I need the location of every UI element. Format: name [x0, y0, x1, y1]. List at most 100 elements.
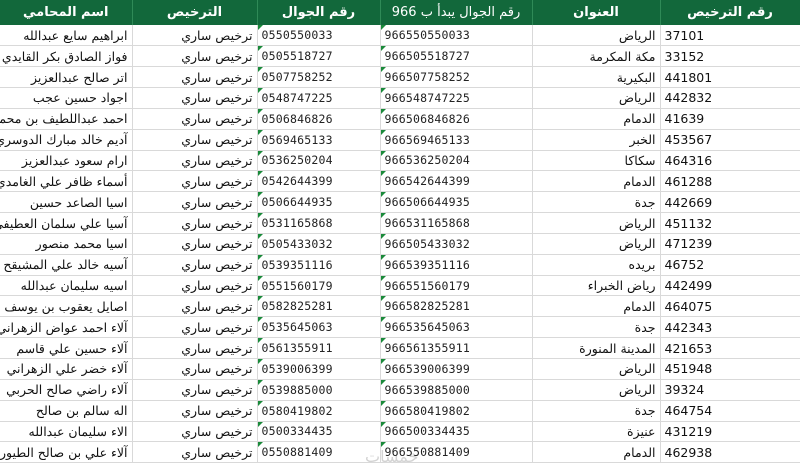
license-cell[interactable]: ترخيص ساري [132, 295, 258, 318]
lawyer-name-cell[interactable]: اسيا محمد منصور [0, 233, 133, 255]
lawyer-name-cell[interactable]: اله سالم بن صالح [0, 400, 133, 422]
address-cell[interactable]: الرياض [532, 233, 661, 255]
lawyer-name-cell[interactable]: آسيه خالد علي المشيقح [0, 254, 133, 276]
license-cell[interactable]: ترخيص ساري [132, 254, 258, 276]
header-lawyer-name[interactable]: اسم المحامي [0, 0, 133, 25]
mobile-966-cell[interactable]: 966531165868 [380, 212, 533, 234]
header-license[interactable]: الترخيص [132, 0, 258, 25]
lawyer-name-cell[interactable]: آلاء احمد عواض الزهراني [0, 316, 133, 339]
mobile-966-cell[interactable]: 966539885000 [380, 379, 533, 401]
mobile-966-cell[interactable]: 966539006399 [380, 358, 533, 380]
mobile-966-cell[interactable]: 966506846826 [380, 108, 533, 130]
license-number-cell[interactable]: 39324 [660, 379, 800, 401]
license-cell[interactable]: ترخيص ساري [132, 441, 258, 464]
license-cell[interactable]: ترخيص ساري [132, 358, 258, 380]
address-cell[interactable]: المدينة المنورة [532, 337, 661, 359]
license-number-cell[interactable]: 451132 [660, 212, 800, 234]
license-number-cell[interactable]: 453567 [660, 129, 800, 151]
license-cell[interactable]: ترخيص ساري [132, 87, 258, 109]
license-number-cell[interactable]: 462938 [660, 441, 800, 464]
license-number-cell[interactable]: 464075 [660, 295, 800, 318]
address-cell[interactable]: الرياض [532, 87, 661, 109]
mobile-cell[interactable]: 0550881409 [257, 441, 381, 464]
lawyer-name-cell[interactable]: آلاء راضي صالح الحربي [0, 379, 133, 401]
mobile-966-cell[interactable]: 966539351116 [380, 254, 533, 276]
license-number-cell[interactable]: 464316 [660, 150, 800, 172]
address-cell[interactable]: بريده [532, 254, 661, 276]
header-license-number[interactable]: رقم الترخيص [660, 0, 800, 25]
mobile-966-cell[interactable]: 966505518727 [380, 45, 533, 68]
address-cell[interactable]: الرياض [532, 25, 661, 47]
mobile-cell[interactable]: 0505518727 [257, 45, 381, 68]
license-number-cell[interactable]: 421653 [660, 337, 800, 359]
mobile-cell[interactable]: 0505433032 [257, 233, 381, 255]
license-number-cell[interactable]: 41639 [660, 108, 800, 130]
address-cell[interactable]: الرياض [532, 212, 661, 234]
mobile-cell[interactable]: 0551560179 [257, 275, 381, 297]
mobile-966-cell[interactable]: 966551560179 [380, 275, 533, 297]
license-cell[interactable]: ترخيص ساري [132, 129, 258, 151]
address-cell[interactable]: جدة [532, 191, 661, 214]
address-cell[interactable]: الدمام [532, 108, 661, 130]
mobile-cell[interactable]: 0539351116 [257, 254, 381, 276]
address-cell[interactable]: الرياض [532, 379, 661, 401]
mobile-966-cell[interactable]: 966580419802 [380, 400, 533, 422]
mobile-cell[interactable]: 0507758252 [257, 66, 381, 89]
mobile-966-cell[interactable]: 966550881409 [380, 441, 533, 464]
mobile-cell[interactable]: 0561355911 [257, 337, 381, 359]
license-number-cell[interactable]: 471239 [660, 233, 800, 255]
address-cell[interactable]: جدة [532, 400, 661, 422]
mobile-966-cell[interactable]: 966561355911 [380, 337, 533, 359]
license-cell[interactable]: ترخيص ساري [132, 337, 258, 359]
address-cell[interactable]: جدة [532, 316, 661, 339]
license-number-cell[interactable]: 442669 [660, 191, 800, 214]
license-number-cell[interactable]: 33152 [660, 45, 800, 68]
mobile-cell[interactable]: 0535645063 [257, 316, 381, 339]
lawyer-name-cell[interactable]: آلاء حسين علي قاسم [0, 337, 133, 359]
mobile-cell[interactable]: 0500334435 [257, 421, 381, 443]
mobile-966-cell[interactable]: 966505433032 [380, 233, 533, 255]
lawyer-name-cell[interactable]: الاء سليمان عبدالله [0, 421, 133, 443]
header-address[interactable]: العنوان [532, 0, 661, 25]
lawyer-name-cell[interactable]: ابراهيم سايع عبدالله [0, 25, 133, 47]
license-number-cell[interactable]: 442499 [660, 275, 800, 297]
mobile-966-cell[interactable]: 966582825281 [380, 295, 533, 318]
mobile-966-cell[interactable]: 966569465133 [380, 129, 533, 151]
mobile-cell[interactable]: 0542644399 [257, 170, 381, 193]
address-cell[interactable]: مكة المكرمة [532, 45, 661, 68]
license-cell[interactable]: ترخيص ساري [132, 233, 258, 255]
license-cell[interactable]: ترخيص ساري [132, 45, 258, 68]
address-cell[interactable]: رياض الخبراء [532, 275, 661, 297]
mobile-cell[interactable]: 0539885000 [257, 379, 381, 401]
lawyer-name-cell[interactable]: ارام سعود عبدالعزيز [0, 150, 133, 172]
license-cell[interactable]: ترخيص ساري [132, 400, 258, 422]
mobile-cell[interactable]: 0580419802 [257, 400, 381, 422]
address-cell[interactable]: الرياض [532, 358, 661, 380]
address-cell[interactable]: الدمام [532, 295, 661, 318]
license-number-cell[interactable]: 441801 [660, 66, 800, 89]
license-cell[interactable]: ترخيص ساري [132, 170, 258, 193]
lawyer-name-cell[interactable]: احمد عبداللطيف بن محمد [0, 108, 133, 130]
license-number-cell[interactable]: 442832 [660, 87, 800, 109]
license-cell[interactable]: ترخيص ساري [132, 379, 258, 401]
license-cell[interactable]: ترخيص ساري [132, 316, 258, 339]
license-cell[interactable]: ترخيص ساري [132, 275, 258, 297]
mobile-cell[interactable]: 0531165868 [257, 212, 381, 234]
address-cell[interactable]: الخبر [532, 129, 661, 151]
lawyer-name-cell[interactable]: آسيا علي سلمان العطيفي [0, 212, 133, 234]
mobile-cell[interactable]: 0539006399 [257, 358, 381, 380]
address-cell[interactable]: الدمام [532, 170, 661, 193]
header-mobile-966[interactable]: رقم الجوال يبدأ ب 966 [380, 0, 533, 25]
mobile-966-cell[interactable]: 966535645063 [380, 316, 533, 339]
license-number-cell[interactable]: 37101 [660, 25, 800, 47]
license-cell[interactable]: ترخيص ساري [132, 191, 258, 214]
mobile-966-cell[interactable]: 966507758252 [380, 66, 533, 89]
lawyer-name-cell[interactable]: اجواد حسين عجب [0, 87, 133, 109]
license-cell[interactable]: ترخيص ساري [132, 212, 258, 234]
mobile-cell[interactable]: 0548747225 [257, 87, 381, 109]
mobile-966-cell[interactable]: 966548747225 [380, 87, 533, 109]
license-cell[interactable]: ترخيص ساري [132, 66, 258, 89]
license-number-cell[interactable]: 431219 [660, 421, 800, 443]
address-cell[interactable]: سكاكا [532, 150, 661, 172]
header-mobile[interactable]: رقم الجوال [257, 0, 381, 25]
